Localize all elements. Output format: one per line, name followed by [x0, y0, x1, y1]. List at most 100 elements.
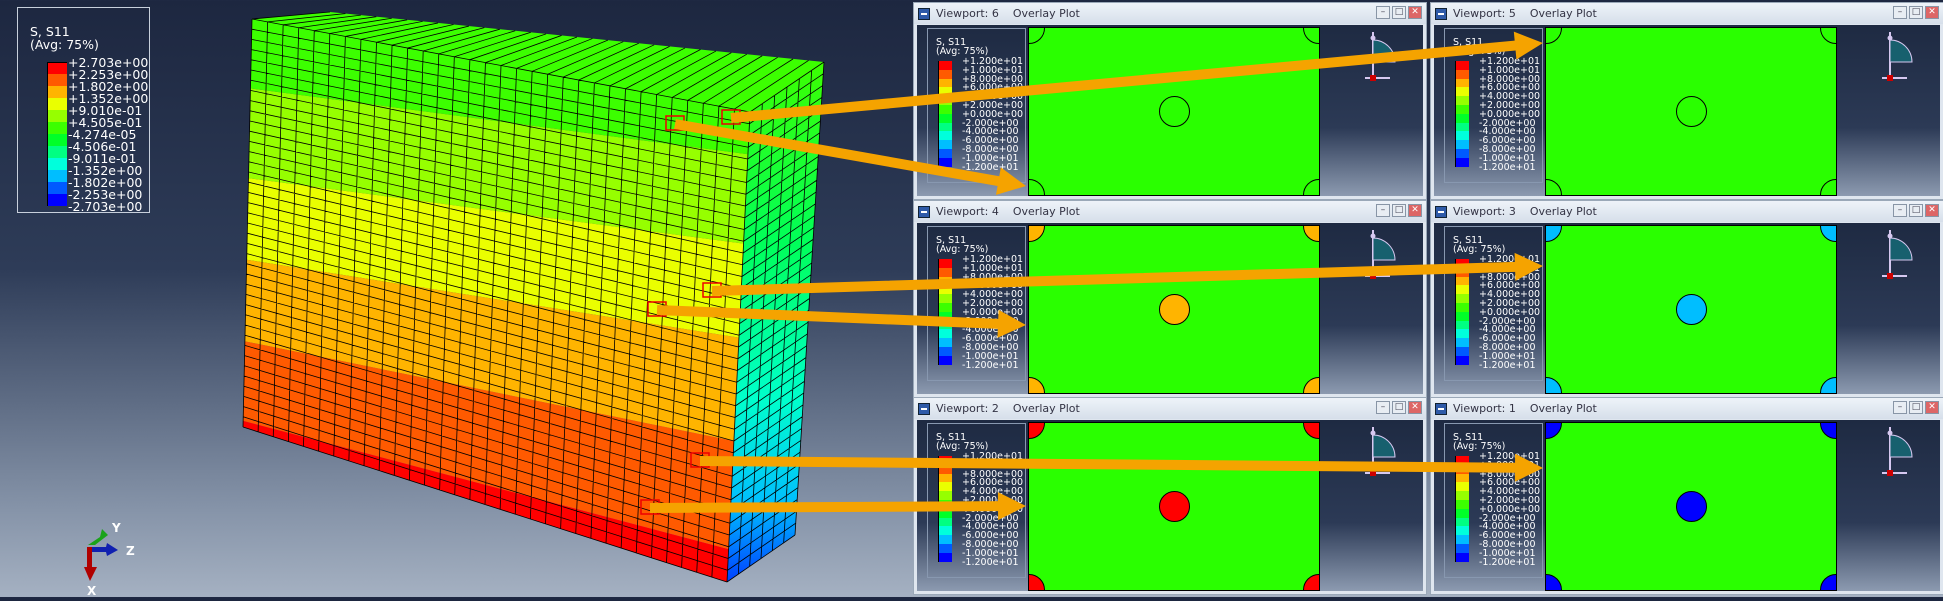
viewport-menu-icon[interactable] — [1435, 205, 1447, 218]
close-button[interactable]: ✕ — [1925, 204, 1939, 217]
legend-swatch — [1455, 78, 1469, 88]
viewport-legend: S, S11 (Avg: 75%) +1.200e+01 +1.000e+01 +8.0… — [1444, 423, 1543, 578]
symmetry-triad-icon — [1365, 427, 1396, 476]
viewport-window[interactable]: Viewport: 6 Overlay Plot – □ ✕ S, S11 (Avg: … — [913, 2, 1427, 200]
viewport-window[interactable]: Viewport: 5 Overlay Plot – □ ✕ S, S11 (Avg: … — [1430, 2, 1943, 200]
maximize-button[interactable]: □ — [1909, 6, 1923, 19]
center-hole — [1676, 294, 1707, 325]
corner-hole — [1546, 28, 1562, 44]
viewport-canvas[interactable]: S, S11 (Avg: 75%) +1.200e+01 +1.000e+01 +8.0… — [917, 420, 1423, 591]
minimize-button[interactable]: – — [1893, 6, 1907, 19]
center-hole — [1676, 491, 1707, 522]
viewport-canvas[interactable]: S, S11 (Avg: 75%) +1.200e+01 +1.000e+01 +8.0… — [917, 25, 1423, 196]
triad-y-label: Y — [112, 521, 121, 535]
legend-swatch — [47, 62, 67, 74]
symmetry-triad-icon — [1365, 32, 1396, 81]
corner-hole — [1303, 423, 1319, 439]
legend-swatch — [1455, 535, 1469, 545]
plate-contour — [1028, 225, 1320, 394]
center-hole — [1159, 294, 1190, 325]
legend-swatch — [1455, 294, 1469, 304]
maximize-button[interactable]: □ — [1392, 401, 1406, 414]
close-button[interactable]: ✕ — [1408, 204, 1422, 217]
viewport-label: Viewport: 6 — [936, 7, 999, 20]
minimize-button[interactable]: – — [1376, 6, 1390, 19]
viewport-canvas[interactable]: S, S11 (Avg: 75%) +1.200e+01 +1.000e+01 +8.0… — [917, 223, 1423, 394]
legend-swatch — [938, 320, 952, 330]
viewport-canvas[interactable]: S, S11 (Avg: 75%) +1.200e+01 +1.000e+01 +8.0… — [1434, 223, 1940, 394]
close-button[interactable]: ✕ — [1925, 401, 1939, 414]
legend-swatch — [1455, 329, 1469, 339]
legend-swatch — [1455, 96, 1469, 106]
legend-swatch — [47, 170, 67, 182]
viewport-menu-icon[interactable] — [1435, 7, 1447, 20]
minimize-button[interactable]: – — [1893, 204, 1907, 217]
symmetry-triad-icon — [1882, 32, 1913, 81]
legend-label: -1.200e+01 — [962, 161, 1019, 173]
legend-swatch — [938, 311, 952, 321]
viewport-label: Viewport: 2 — [936, 402, 999, 415]
viewport-menu-icon[interactable] — [918, 7, 930, 20]
viewport-titlebar[interactable]: Viewport: 4 Overlay Plot – □ ✕ — [914, 201, 1426, 222]
legend-swatch — [1455, 149, 1469, 158]
viewport-canvas[interactable]: S, S11 (Avg: 75%) +1.200e+01 +1.000e+01 +8.0… — [1434, 25, 1940, 196]
minimize-button[interactable]: – — [1376, 401, 1390, 414]
legend-swatch — [938, 517, 952, 527]
viewport-canvas[interactable]: S, S11 (Avg: 75%) +1.200e+01 +1.000e+01 +8.0… — [1434, 420, 1940, 591]
viewport-titlebar[interactable]: Viewport: 2 Overlay Plot – □ ✕ — [914, 398, 1426, 419]
legend-swatch — [1455, 157, 1469, 167]
minimize-button[interactable]: – — [1893, 401, 1907, 414]
viewport-menu-icon[interactable] — [918, 402, 930, 415]
corner-hole — [1820, 574, 1836, 590]
axis-triad: Y Z X — [60, 515, 160, 598]
viewport-titlebar[interactable]: Viewport: 6 Overlay Plot – □ ✕ — [914, 3, 1426, 24]
legend-swatch — [1455, 69, 1469, 79]
viewport-mode: Overlay Plot — [1529, 7, 1597, 20]
legend-swatch — [938, 78, 952, 88]
legend-swatch — [938, 526, 952, 536]
corner-hole — [1303, 226, 1319, 242]
legend-swatch — [938, 69, 952, 79]
minimize-button[interactable]: – — [1376, 204, 1390, 217]
viewport-legend: S, S11 (Avg: 75%) +1.200e+01 +1.000e+01 +8.0… — [1444, 28, 1543, 183]
center-hole — [1676, 96, 1707, 127]
center-hole — [1159, 491, 1190, 522]
viewport-window[interactable]: Viewport: 4 Overlay Plot – □ ✕ S, S11 (Avg: … — [913, 200, 1427, 398]
legend-swatch — [47, 182, 67, 194]
legend-swatch — [1455, 122, 1469, 132]
viewport-menu-icon[interactable] — [1435, 402, 1447, 415]
viewport-titlebar[interactable]: Viewport: 1 Overlay Plot – □ ✕ — [1431, 398, 1943, 419]
viewport-window[interactable]: Viewport: 3 Overlay Plot – □ ✕ S, S11 (Avg: … — [1430, 200, 1943, 398]
viewport-titlebar[interactable]: Viewport: 5 Overlay Plot – □ ✕ — [1431, 3, 1943, 24]
viewport-menu-icon[interactable] — [918, 205, 930, 218]
corner-hole — [1546, 179, 1562, 195]
maximize-button[interactable]: □ — [1392, 204, 1406, 217]
legend-swatch — [1455, 320, 1469, 330]
plate-contour — [1028, 422, 1320, 591]
viewport-titlebar[interactable]: Viewport: 3 Overlay Plot – □ ✕ — [1431, 201, 1943, 222]
close-button[interactable]: ✕ — [1925, 6, 1939, 19]
legend-label: -1.200e+01 — [1479, 556, 1536, 568]
corner-hole — [1820, 423, 1836, 439]
viewport-window[interactable]: Viewport: 2 Overlay Plot – □ ✕ S, S11 (Avg: … — [913, 397, 1427, 595]
legend-swatch — [938, 508, 952, 518]
viewport-window[interactable]: Viewport: 1 Overlay Plot – □ ✕ S, S11 (Avg: … — [1430, 397, 1943, 595]
maximize-button[interactable]: □ — [1392, 6, 1406, 19]
maximize-button[interactable]: □ — [1909, 401, 1923, 414]
mesh-part[interactable] — [242, 11, 825, 583]
viewport-legend: S, S11 (Avg: 75%) +1.200e+01 +1.000e+01 +8.0… — [1444, 226, 1543, 381]
legend-swatch — [1455, 303, 1469, 312]
legend-swatch — [938, 276, 952, 286]
symmetry-triad-icon — [1882, 427, 1913, 476]
legend-label: -1.200e+01 — [1479, 161, 1536, 173]
legend-swatch — [1455, 267, 1469, 277]
legend-swatch — [938, 122, 952, 132]
legend-label: -1.200e+01 — [962, 359, 1019, 371]
viewport-mode: Overlay Plot — [1012, 402, 1080, 415]
legend-swatch — [1455, 131, 1469, 141]
maximize-button[interactable]: □ — [1909, 204, 1923, 217]
close-button[interactable]: ✕ — [1408, 6, 1422, 19]
legend-swatch — [1455, 500, 1469, 509]
close-button[interactable]: ✕ — [1408, 401, 1422, 414]
legend-swatch — [938, 61, 952, 70]
